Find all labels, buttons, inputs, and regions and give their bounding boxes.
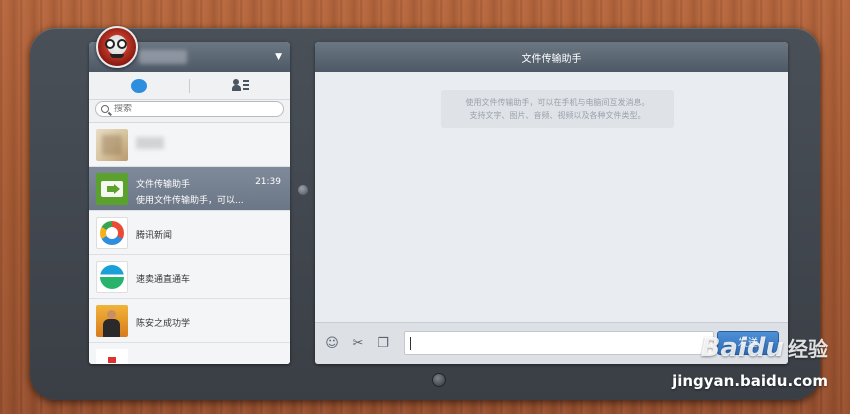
search-input[interactable] bbox=[114, 104, 264, 114]
conversation-preview: 使用文件传输助手，可以... bbox=[136, 196, 244, 206]
conversation-sidebar: ▼ 文件传输助手 使用文件传 bbox=[89, 42, 290, 364]
conversation-title: 腾讯新闻 bbox=[136, 231, 173, 241]
tab-chats[interactable] bbox=[89, 72, 189, 99]
conversation-title: 速卖通直通车 bbox=[136, 275, 191, 285]
watermark-cn: 经验 bbox=[788, 337, 828, 361]
file-copy-icon[interactable]: ❐ bbox=[375, 336, 391, 352]
conversation-title: 文件传输助手 bbox=[136, 180, 191, 190]
home-button[interactable] bbox=[432, 373, 446, 387]
system-notice: 使用文件传输助手，可以在手机与电脑间互发消息。 支持文字、图片、音频、视频以及各… bbox=[441, 90, 674, 128]
baidu-watermark: Baidu 经验 bbox=[701, 333, 828, 363]
chat-header: 文件传输助手 bbox=[315, 42, 788, 72]
tab-contacts[interactable] bbox=[190, 72, 290, 99]
message-area: 使用文件传输助手，可以在手机与电脑间互发消息。 支持文字、图片、音频、视频以及各… bbox=[315, 72, 788, 322]
watermark-url: jingyan.baidu.com bbox=[672, 372, 828, 390]
text-cursor bbox=[410, 337, 411, 350]
chat-title: 文件传输助手 bbox=[521, 53, 582, 65]
tencent-news-icon bbox=[96, 217, 128, 249]
chat-bubble-icon bbox=[131, 78, 147, 93]
conversation-item-chen-anzhi[interactable]: 陈安之成功学 bbox=[89, 299, 290, 343]
chevron-down-icon[interactable]: ▼ bbox=[275, 52, 282, 62]
contacts-icon bbox=[231, 79, 249, 92]
partial-avatar bbox=[96, 349, 128, 364]
chat-window: 文件传输助手 使用文件传输助手，可以在手机与电脑间互发消息。 支持文字、图片、音… bbox=[315, 42, 788, 364]
screenshot-icon[interactable]: ✂ bbox=[350, 336, 366, 352]
sidebar-tabs bbox=[89, 72, 290, 100]
panel-divider-handle[interactable] bbox=[298, 185, 308, 195]
watermark-logo: Baidu bbox=[700, 333, 784, 363]
conversation-item[interactable] bbox=[89, 123, 290, 167]
file-transfer-icon bbox=[96, 173, 128, 205]
notice-line: 使用文件传输助手，可以在手机与电脑间互发消息。 bbox=[465, 98, 650, 107]
conversation-item-partial[interactable] bbox=[89, 343, 290, 364]
profile-name-blurred bbox=[139, 50, 187, 64]
photo-blurred-avatar bbox=[96, 129, 128, 161]
search-box[interactable] bbox=[95, 101, 284, 117]
conversation-item-tencent-news[interactable]: 腾讯新闻 bbox=[89, 211, 290, 255]
notice-line: 支持文字、图片、音频、视频以及各种文件类型。 bbox=[469, 111, 646, 120]
conversation-title-blurred bbox=[136, 137, 164, 149]
message-input[interactable] bbox=[404, 331, 714, 355]
avatar[interactable] bbox=[96, 26, 138, 68]
conversation-item-aliexpress[interactable]: 速卖通直通车 bbox=[89, 255, 290, 299]
search-bar bbox=[89, 100, 290, 123]
search-icon bbox=[101, 105, 109, 113]
conversation-time: 21:39 bbox=[255, 177, 281, 187]
aliexpress-icon bbox=[96, 261, 128, 293]
person-photo-avatar bbox=[96, 305, 128, 337]
emoji-icon[interactable]: ☺ bbox=[324, 336, 340, 352]
conversation-title: 陈安之成功学 bbox=[136, 319, 191, 329]
conversation-item-file-transfer[interactable]: 文件传输助手 使用文件传输助手，可以... 21:39 bbox=[89, 167, 290, 211]
